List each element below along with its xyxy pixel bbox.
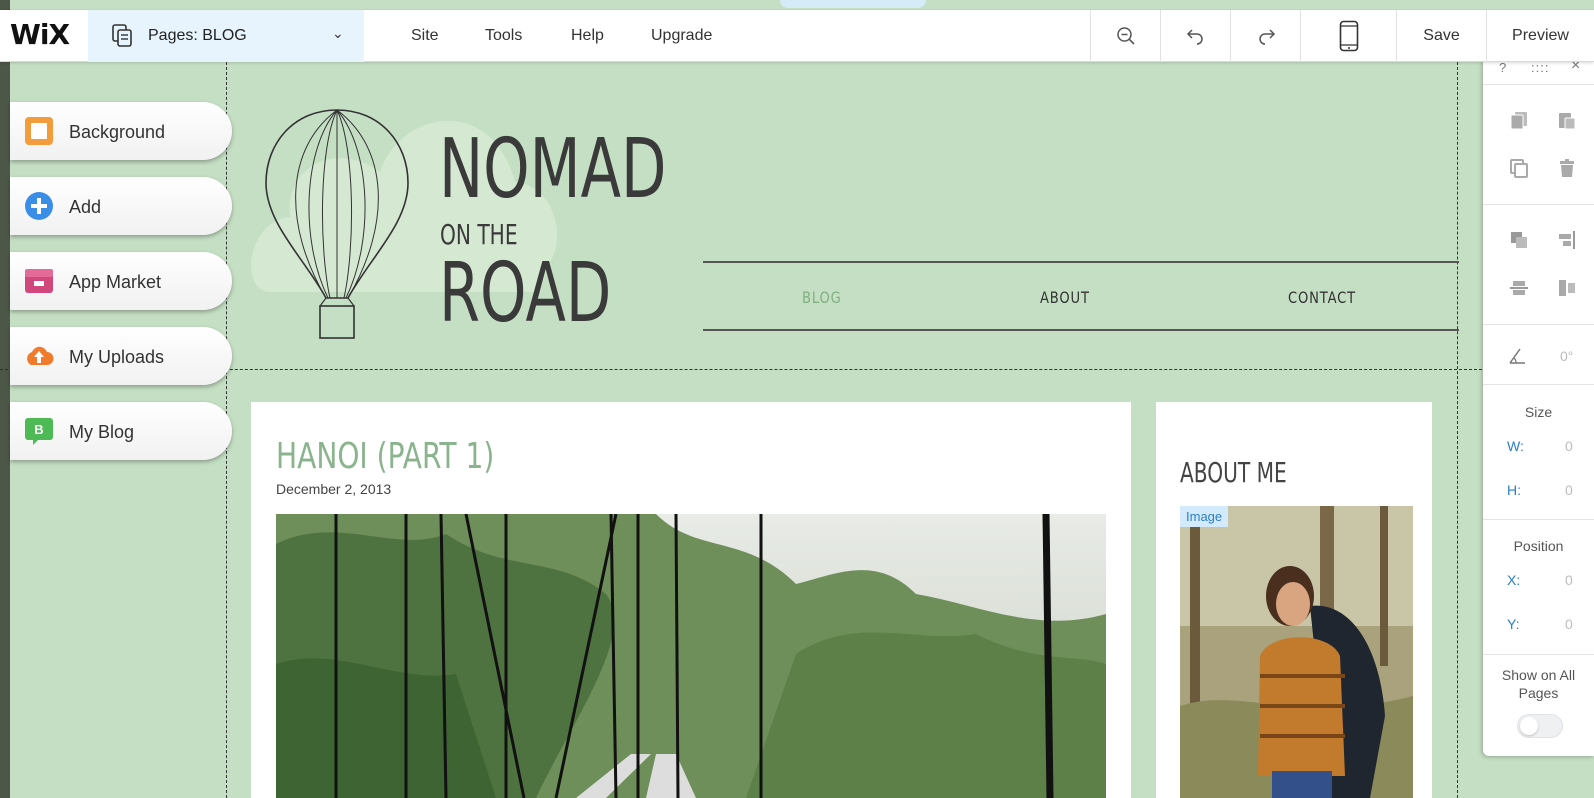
jungle-bridge-image bbox=[276, 514, 1106, 798]
post-image[interactable] bbox=[276, 514, 1106, 798]
match-size-icon[interactable] bbox=[1557, 278, 1577, 298]
app-market-button[interactable]: App Market bbox=[10, 252, 232, 310]
help-button[interactable]: ? bbox=[1499, 60, 1506, 75]
add-icon bbox=[25, 192, 53, 220]
save-label: Save bbox=[1423, 27, 1460, 44]
about-me-title[interactable]: ABOUT ME bbox=[1180, 456, 1287, 489]
app-market-icon bbox=[25, 269, 53, 293]
toggle-knob bbox=[1520, 717, 1538, 735]
component-tool-panel: ? :::: × 0° Size W: 0 H: 0 Position X: 0… bbox=[1483, 54, 1594, 756]
my-uploads-button[interactable]: My Uploads bbox=[10, 327, 232, 385]
drag-handle-icon[interactable]: :::: bbox=[1531, 60, 1549, 75]
preview-label: Preview bbox=[1512, 27, 1569, 44]
my-blog-button[interactable]: B My Blog bbox=[10, 402, 232, 460]
save-button[interactable]: Save bbox=[1396, 10, 1486, 62]
width-value[interactable]: 0 bbox=[1565, 438, 1573, 454]
nav-about[interactable]: ABOUT bbox=[1040, 288, 1090, 307]
my-blog-label: My Blog bbox=[69, 422, 135, 442]
pages-dropdown-label: Pages: BLOG bbox=[148, 27, 247, 44]
redo-button[interactable] bbox=[1230, 10, 1300, 62]
svg-text:B: B bbox=[34, 422, 43, 437]
y-label: Y: bbox=[1507, 616, 1520, 632]
undo-icon bbox=[1186, 29, 1203, 45]
background-icon bbox=[25, 117, 53, 145]
redo-icon bbox=[1258, 29, 1275, 45]
app-market-label: App Market bbox=[69, 272, 162, 292]
site-title-nomad[interactable]: NOMAD bbox=[439, 122, 666, 217]
site-title-road[interactable]: ROAD bbox=[439, 246, 611, 341]
pages-icon bbox=[112, 24, 132, 47]
pages-dropdown[interactable]: Pages: BLOG ⌄ bbox=[88, 10, 364, 62]
hot-air-balloon-icon bbox=[264, 108, 410, 340]
about-me-card[interactable]: ABOUT ME Image bbox=[1156, 402, 1432, 798]
angle-value[interactable]: 0° bbox=[1560, 348, 1573, 364]
width-label: W: bbox=[1507, 438, 1524, 454]
editor-top-bar: WiX Pages: BLOG ⌄ Site Tools Help Upgrad… bbox=[0, 10, 1594, 62]
mobile-phone-icon bbox=[1339, 20, 1358, 52]
x-label: X: bbox=[1507, 572, 1521, 588]
menu-help[interactable]: Help bbox=[571, 27, 604, 45]
add-button[interactable]: Add bbox=[10, 177, 232, 235]
wix-logo[interactable]: WiX bbox=[10, 18, 70, 51]
trash-icon[interactable] bbox=[1557, 158, 1577, 178]
background-label: Background bbox=[69, 122, 166, 142]
arrange-icon[interactable] bbox=[1509, 230, 1529, 250]
x-value[interactable]: 0 bbox=[1565, 572, 1573, 588]
add-label: Add bbox=[69, 197, 102, 217]
nav-bottom-rule bbox=[703, 329, 1459, 331]
nav-contact[interactable]: CONTACT bbox=[1288, 288, 1356, 307]
preview-button[interactable]: Preview bbox=[1486, 10, 1594, 62]
show-on-all-pages-label: Show on All Pages bbox=[1501, 667, 1576, 701]
right-gridline bbox=[1457, 62, 1458, 798]
image-tag-label: Image bbox=[1180, 506, 1229, 527]
blog-icon: B bbox=[25, 418, 53, 445]
copy-icon[interactable] bbox=[1509, 110, 1529, 130]
upload-icon bbox=[27, 346, 54, 365]
rotate-angle-icon[interactable] bbox=[1507, 346, 1527, 366]
about-me-image[interactable]: Image bbox=[1180, 506, 1413, 798]
y-value[interactable]: 0 bbox=[1565, 616, 1573, 632]
top-pull-tab[interactable] bbox=[780, 0, 926, 8]
menu-upgrade[interactable]: Upgrade bbox=[651, 27, 712, 45]
height-value[interactable]: 0 bbox=[1565, 482, 1573, 498]
blog-post-card[interactable]: HANOI (PART 1) December 2, 2013 bbox=[251, 402, 1131, 798]
show-on-all-pages-toggle[interactable] bbox=[1517, 714, 1563, 738]
align-right-icon[interactable] bbox=[1557, 230, 1577, 250]
post-title[interactable]: HANOI (PART 1) bbox=[276, 436, 494, 477]
mobile-view-button[interactable] bbox=[1300, 10, 1396, 62]
post-date: December 2, 2013 bbox=[276, 481, 392, 497]
my-uploads-label: My Uploads bbox=[69, 347, 165, 367]
nav-top-rule bbox=[703, 261, 1459, 263]
position-section-title: Position bbox=[1513, 538, 1564, 554]
hiker-photo bbox=[1180, 506, 1413, 798]
zoom-out-button[interactable] bbox=[1090, 10, 1160, 62]
paste-icon[interactable] bbox=[1557, 110, 1577, 130]
undo-button[interactable] bbox=[1160, 10, 1230, 62]
menu-site[interactable]: Site bbox=[411, 27, 439, 45]
height-label: H: bbox=[1507, 482, 1521, 498]
distribute-icon[interactable] bbox=[1509, 278, 1529, 298]
background-button[interactable]: Background bbox=[10, 102, 232, 160]
duplicate-icon[interactable] bbox=[1509, 158, 1529, 178]
chevron-down-icon: ⌄ bbox=[332, 25, 344, 41]
nav-blog[interactable]: BLOG bbox=[802, 288, 842, 307]
zoom-out-icon bbox=[1116, 27, 1135, 45]
menu-tools[interactable]: Tools bbox=[485, 27, 522, 45]
size-section-title: Size bbox=[1524, 404, 1553, 420]
